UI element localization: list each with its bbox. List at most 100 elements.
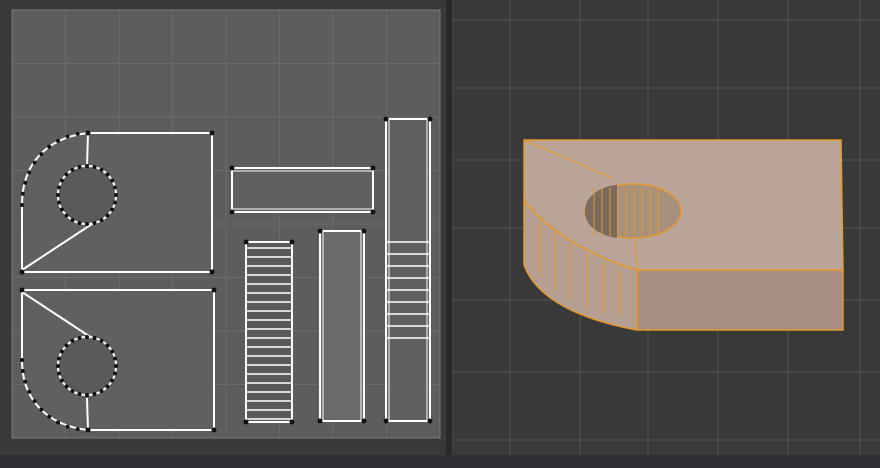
uv-vertex xyxy=(229,209,235,215)
uv-vertex xyxy=(110,378,115,383)
uv-vertex xyxy=(64,384,69,389)
mesh-object[interactable] xyxy=(523,139,844,331)
uv-vertex xyxy=(99,338,104,343)
uv-vertex xyxy=(77,164,82,169)
uv-vertex xyxy=(229,165,235,171)
uv-vertex xyxy=(114,193,118,197)
uv-vertex xyxy=(370,209,376,215)
uv-island-strip-vertical[interactable] xyxy=(319,230,365,422)
uv-vertex xyxy=(317,418,323,424)
uv-vertex xyxy=(65,424,70,429)
uv-vertex xyxy=(113,371,118,376)
uv-vertex xyxy=(64,343,69,348)
uv-vertex xyxy=(209,269,215,275)
uv-vertex xyxy=(56,138,61,143)
uv-vertex xyxy=(86,428,90,432)
uv-vertex xyxy=(243,419,249,425)
uv-vertex xyxy=(64,213,69,218)
uv-vertex xyxy=(99,389,104,394)
uv-vertex xyxy=(383,418,389,424)
uv-vertex xyxy=(383,116,389,122)
uv-vertex xyxy=(65,134,70,139)
uv-vertex xyxy=(75,427,80,432)
uv-vertex xyxy=(56,356,61,361)
uv-vertex xyxy=(361,418,367,424)
uv-vertex xyxy=(113,200,118,205)
uv-vertex xyxy=(105,384,110,389)
uv-vertex xyxy=(113,356,118,361)
uv-vertex xyxy=(105,213,110,218)
uv-vertex xyxy=(77,221,82,226)
uv-vertex xyxy=(85,393,89,397)
uv-vertex xyxy=(47,414,52,419)
uv-vertex xyxy=(23,180,28,185)
uv-vertex xyxy=(59,349,64,354)
uv-vertex xyxy=(56,193,60,197)
uv-vertex xyxy=(86,131,90,135)
uv-seam-edge[interactable] xyxy=(86,132,89,167)
3d-viewport-canvas[interactable] xyxy=(452,0,880,455)
uv-vertex xyxy=(110,207,115,212)
uv-vertex xyxy=(85,222,89,226)
blender-workspace xyxy=(0,0,880,468)
uv-vertex xyxy=(105,343,110,348)
uv-island-strip-horizontal[interactable] xyxy=(231,167,374,213)
uv-vertex xyxy=(56,185,61,190)
mesh-front-face[interactable] xyxy=(636,269,844,331)
uv-vertex xyxy=(23,379,28,384)
uv-vertex xyxy=(20,368,25,373)
uv-vertex xyxy=(370,165,376,171)
uv-vertex xyxy=(70,167,75,172)
uv-vertex xyxy=(211,427,217,433)
uv-vertex xyxy=(427,418,433,424)
uv-vertex xyxy=(56,200,61,205)
uv-vertex xyxy=(209,130,215,136)
uv-vertex xyxy=(70,389,75,394)
uv-vertex xyxy=(105,172,110,177)
uv-vertex xyxy=(317,228,323,234)
uv-vertex xyxy=(99,218,104,223)
uv-vertex xyxy=(211,287,217,293)
3d-viewport-panel[interactable] xyxy=(452,0,880,455)
uv-seam-edge[interactable] xyxy=(86,397,89,431)
uv-vertex xyxy=(56,371,61,376)
uv-island-hole-wall[interactable] xyxy=(245,241,293,423)
uv-island-curved-side[interactable] xyxy=(385,118,431,422)
uv-vertex xyxy=(85,164,89,168)
uv-vertex xyxy=(32,399,37,404)
uv-vertex xyxy=(92,335,97,340)
uv-vertex xyxy=(70,218,75,223)
uv-vertex xyxy=(59,207,64,212)
uv-vertex xyxy=(77,335,82,340)
uv-vertex xyxy=(92,164,97,169)
uv-vertex xyxy=(20,203,24,207)
uv-vertex xyxy=(56,420,61,425)
uv-vertex xyxy=(110,178,115,183)
uv-editor-panel[interactable] xyxy=(0,0,448,455)
uv-vertex xyxy=(85,335,89,339)
uv-vertex xyxy=(70,338,75,343)
uv-vertex xyxy=(19,287,25,293)
uv-vertex xyxy=(110,349,115,354)
uv-vertex xyxy=(32,160,37,165)
uv-vertex xyxy=(289,419,295,425)
uv-vertex xyxy=(92,392,97,397)
uv-vertex xyxy=(19,269,25,275)
uv-vertex xyxy=(114,364,118,368)
status-bar xyxy=(0,455,880,468)
uv-vertex xyxy=(64,172,69,177)
uv-vertex xyxy=(243,239,249,245)
uv-vertex xyxy=(39,407,44,412)
uv-vertex xyxy=(47,144,52,149)
uv-vertex xyxy=(92,221,97,226)
uv-vertex xyxy=(75,131,80,136)
uv-editor-canvas[interactable] xyxy=(0,0,448,455)
uv-vertex xyxy=(27,389,32,394)
uv-vertex xyxy=(39,152,44,157)
uv-vertex xyxy=(59,378,64,383)
uv-vertex xyxy=(77,392,82,397)
uv-vertex xyxy=(99,167,104,172)
uv-vertex xyxy=(20,191,25,196)
uv-vertex xyxy=(361,228,367,234)
uv-vertex xyxy=(113,185,118,190)
